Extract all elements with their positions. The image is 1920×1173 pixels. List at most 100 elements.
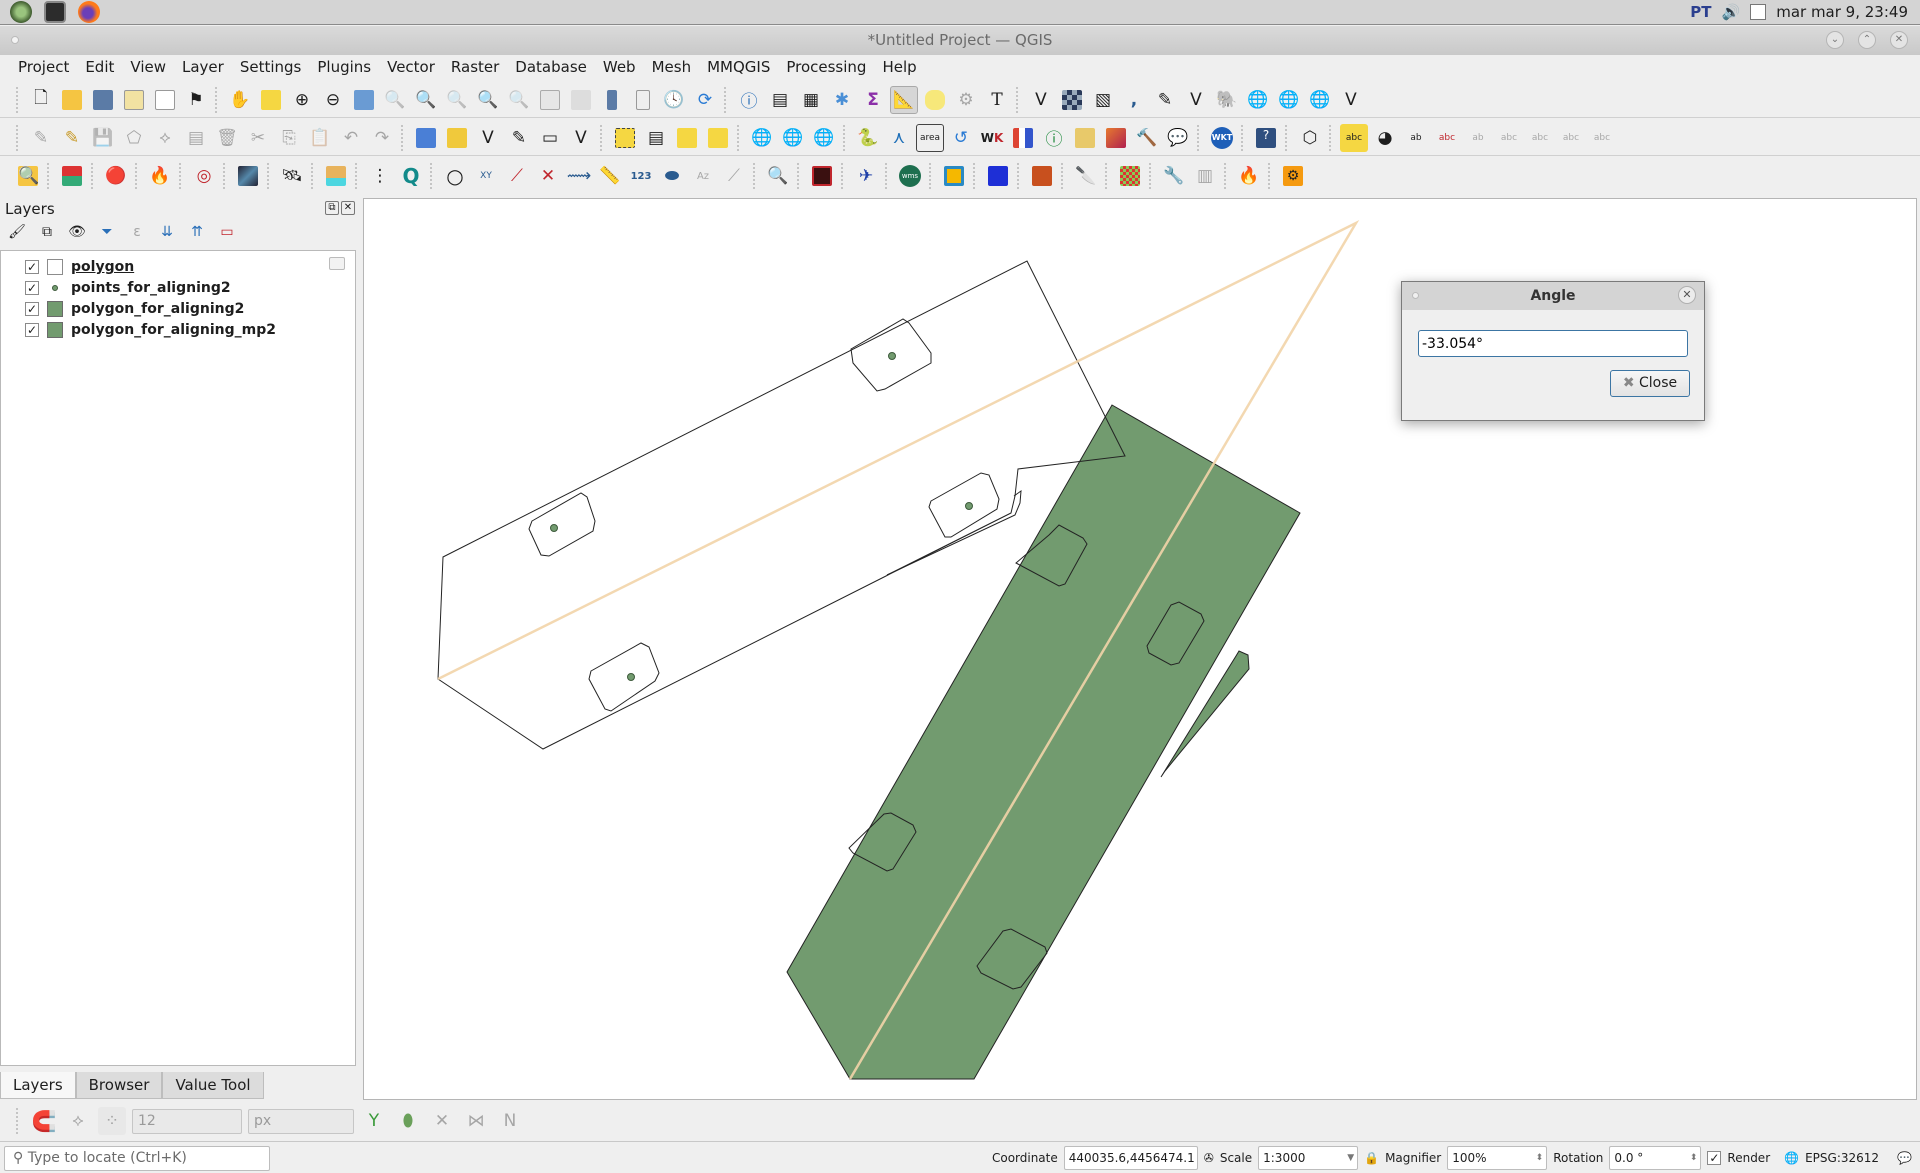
save-project-icon[interactable] [89, 86, 117, 114]
expand-all-icon[interactable]: ⇊ [156, 221, 178, 243]
layer-item-points-for-aligning2[interactable]: ✓ points_for_aligning2 [25, 278, 231, 298]
float-panel-button[interactable]: ⧉ [325, 201, 339, 215]
vertex-tool-icon[interactable]: ⟡ [151, 124, 179, 152]
toolbar-handle[interactable] [430, 163, 436, 189]
open-project-icon[interactable] [58, 86, 86, 114]
move-label-icon[interactable]: abc [1495, 124, 1523, 152]
toolbar-handle[interactable] [1061, 163, 1067, 189]
menu-plugins[interactable]: Plugins [309, 55, 379, 80]
paste-features-icon[interactable]: 📋 [306, 124, 334, 152]
layer-visibility-checkbox[interactable]: ✓ [25, 281, 39, 295]
text-annotation-icon[interactable]: T [983, 86, 1011, 114]
current-edits-icon[interactable]: ✎ [27, 124, 55, 152]
zoom-in-icon[interactable]: ⊕ [288, 86, 316, 114]
clock[interactable]: mar mar 9, 23:49 [1776, 3, 1908, 21]
new-spatialite-layer-icon[interactable] [443, 124, 471, 152]
dialog-menu-dot[interactable] [1412, 292, 1419, 299]
terminal-icon[interactable] [44, 1, 66, 23]
select-by-location-icon[interactable] [704, 124, 732, 152]
geometry-tools-icon[interactable]: 🔧 [1160, 162, 1188, 190]
layout-plugin-icon[interactable] [58, 162, 86, 190]
toolbar-handle[interactable] [1105, 163, 1111, 189]
menu-mmqgis[interactable]: MMQGIS [699, 55, 778, 80]
firefox-icon[interactable] [78, 1, 100, 23]
layer-visibility-checkbox[interactable]: ✓ [25, 302, 39, 316]
pan-to-selection-icon[interactable] [257, 86, 285, 114]
add-xyz-layer-icon[interactable]: 🌐 [1275, 86, 1303, 114]
menu-settings[interactable]: Settings [232, 55, 310, 80]
volume-icon[interactable]: 🔊 [1722, 3, 1741, 21]
toolbar-handle[interactable] [401, 124, 407, 151]
map-tips-icon[interactable] [921, 86, 949, 114]
collapse-all-icon[interactable]: ⇈ [186, 221, 208, 243]
toolbar-handle[interactable] [179, 163, 185, 189]
network-plugin-icon[interactable]: ⋮ [366, 162, 394, 190]
snapping-layers-icon[interactable]: ⟡ [64, 1107, 92, 1135]
toolbar-handle[interactable] [1241, 124, 1247, 151]
new-project-icon[interactable]: 🗋 [27, 86, 55, 114]
layer-item-polygon-for-aligning2[interactable]: ✓ polygon_for_aligning2 [25, 299, 244, 319]
deselect-all-icon[interactable] [673, 124, 701, 152]
menu-project[interactable]: Project [10, 55, 77, 80]
processing-gears-icon[interactable]: ⚙ [1279, 162, 1307, 190]
crs-button[interactable]: EPSG:32612 [1805, 1151, 1879, 1165]
tracing-icon[interactable]: N [496, 1107, 524, 1135]
add-wfs-layer-icon[interactable]: 🌐 [1306, 86, 1334, 114]
snapping-type-icon[interactable]: ⁘ [98, 1107, 126, 1135]
flight-plugin-icon[interactable]: ✈ [852, 162, 880, 190]
redo-icon[interactable]: ↷ [368, 124, 396, 152]
new-virtual-layer-icon[interactable]: V [567, 124, 595, 152]
zoom-last-icon[interactable]: 🔍 [474, 86, 502, 114]
render-checkbox[interactable]: ✓ [1707, 1151, 1722, 1165]
snap-intersection-icon[interactable]: ⬮ [394, 1107, 422, 1135]
measure-angle-icon[interactable]: 📐 [890, 85, 918, 114]
style-manager-icon[interactable]: ⚑ [182, 86, 210, 114]
close-button[interactable]: ✖ Close [1610, 370, 1690, 397]
diagram-icon[interactable]: ◕ [1371, 124, 1399, 152]
frame-plugin-icon[interactable] [940, 162, 968, 190]
layout-manager-icon[interactable] [151, 86, 179, 114]
add-raster-layer-icon[interactable] [1058, 86, 1086, 114]
toggle-editing-icon[interactable]: ✎ [58, 124, 86, 152]
delete-selected-icon[interactable]: 🗑 [213, 124, 241, 152]
new-memory-layer-icon[interactable]: ▭ [536, 124, 564, 152]
toolbar-handle[interactable] [841, 163, 847, 189]
new-print-layout-icon[interactable] [120, 86, 148, 114]
toolbar-handle[interactable] [91, 163, 97, 189]
menu-help[interactable]: Help [874, 55, 924, 80]
show-hide-labels-icon[interactable]: ab [1464, 124, 1492, 152]
new-3d-map-view-icon[interactable] [567, 86, 595, 114]
statistical-summary-icon[interactable]: ✱ [828, 86, 856, 114]
angle-dialog-titlebar[interactable]: Angle ✕ [1402, 282, 1704, 310]
new-map-view-icon[interactable] [536, 86, 564, 114]
add-postgis-layer-icon[interactable]: 🐘 [1213, 86, 1241, 114]
add-mesh-layer-icon[interactable]: ▧ [1089, 86, 1117, 114]
toolbar-handle[interactable] [311, 163, 317, 189]
qgis-cloud-icon[interactable]: Q [397, 162, 425, 190]
line-tool-icon[interactable]: ⟋ [503, 162, 531, 190]
number-tool-icon[interactable]: 123 [627, 162, 655, 190]
toolbar-handle[interactable] [600, 124, 606, 151]
zoom-to-layer-icon[interactable]: 🔍 [412, 86, 440, 114]
avoid-overlap-icon[interactable]: ✕ [428, 1107, 456, 1135]
enable-snapping-icon[interactable]: 🧲 [30, 1107, 58, 1135]
filter-legend-icon[interactable]: ⏷ [96, 221, 118, 243]
shape-tool-icon[interactable]: ⬬ [658, 162, 686, 190]
profile-plugin-icon[interactable] [322, 162, 350, 190]
azimuth-tool-icon[interactable]: Az [689, 162, 717, 190]
copy-features-icon[interactable]: ⎘ [275, 124, 303, 152]
layer-visibility-checkbox[interactable]: ✓ [25, 323, 39, 337]
show-bookmarks-icon[interactable] [629, 86, 657, 114]
scale-combobox[interactable]: 1:3000 ▼ [1258, 1146, 1359, 1170]
menu-edit[interactable]: Edit [77, 55, 122, 80]
map-swipe-icon[interactable]: ▥ [1191, 162, 1219, 190]
dialog-close-icon[interactable]: ✕ [1678, 286, 1696, 304]
new-bookmark-icon[interactable] [598, 86, 626, 114]
coordinate-field[interactable]: 440035.6,4456474.1 [1063, 1146, 1198, 1170]
change-label-icon[interactable]: abc [1557, 124, 1585, 152]
messages-icon[interactable]: 💬 [1897, 1151, 1912, 1165]
zoom-native-resolution-icon[interactable]: 🔍 [443, 86, 471, 114]
digitize-feature-icon[interactable]: ⬠ [120, 124, 148, 152]
toolbar-handle[interactable] [843, 124, 849, 151]
add-group-icon[interactable]: ⧉ [36, 221, 58, 243]
